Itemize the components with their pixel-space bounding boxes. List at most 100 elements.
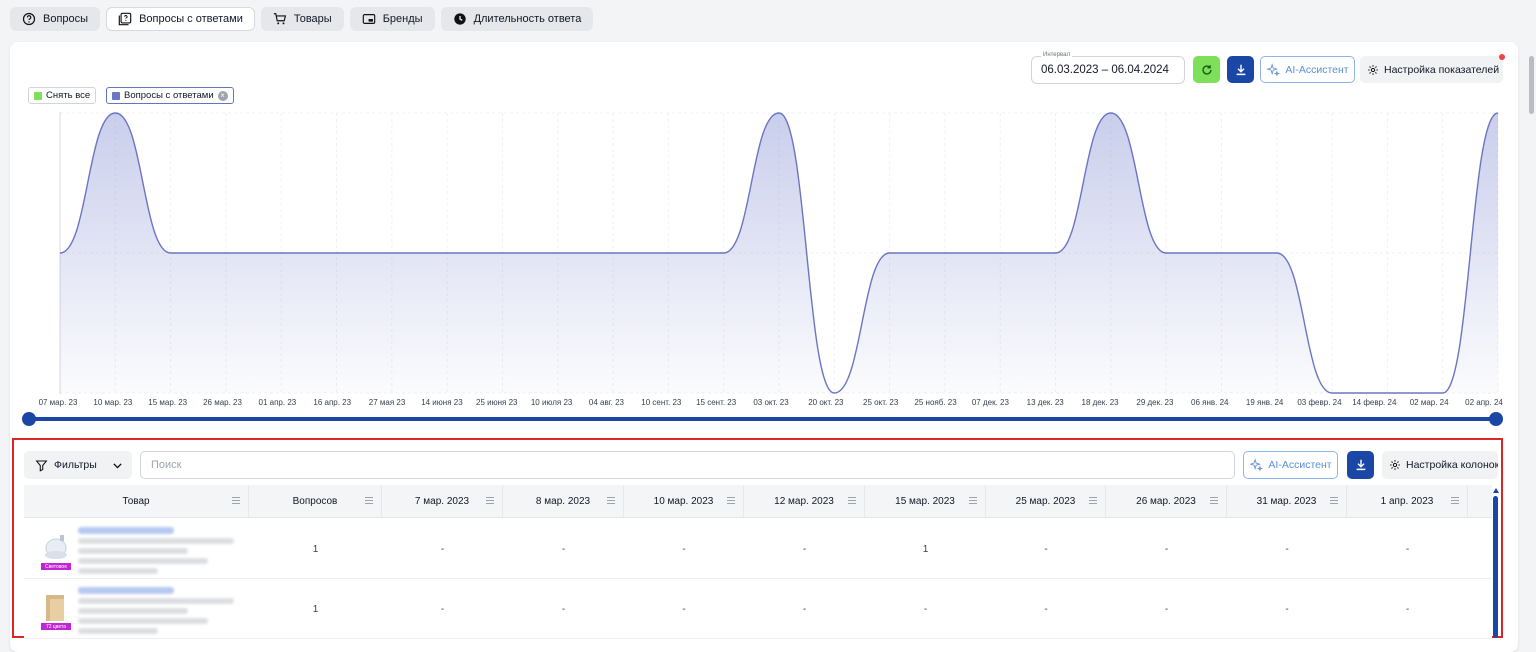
product-name-link[interactable] <box>78 527 174 534</box>
column-menu-icon[interactable] <box>232 497 240 504</box>
answers-area-chart <box>59 112 1499 394</box>
column-header-label: 12 мар. 2023 <box>774 496 834 507</box>
notification-dot <box>1499 54 1505 60</box>
column-header[interactable]: Товар <box>24 485 249 518</box>
table-scrollbar-thumb[interactable] <box>1493 496 1498 638</box>
tab-5[interactable]: Длительность ответа <box>440 7 594 31</box>
x-tick-label: 25 нояб. 23 <box>914 398 957 407</box>
ai-assistant-button[interactable]: AI-Ассистент <box>1260 56 1355 83</box>
column-header[interactable]: 10 мар. 2023 <box>624 485 744 518</box>
data-point <box>1054 252 1056 254</box>
download-icon <box>1236 64 1245 75</box>
filters-button[interactable]: Фильтры <box>24 451 132 479</box>
x-tick-label: 26 мар. 23 <box>203 398 242 407</box>
data-point <box>722 252 724 254</box>
column-header[interactable]: 1 апр. 2023 <box>1347 485 1468 518</box>
column-menu-icon[interactable] <box>365 497 373 504</box>
column-menu-icon[interactable] <box>969 497 977 504</box>
column-header[interactable]: 25 мар. 2023 <box>986 485 1106 518</box>
table-cell: - <box>1164 543 1169 555</box>
table-cell: 1 <box>312 543 319 555</box>
product-info-line <box>78 558 208 564</box>
refresh-button[interactable] <box>1193 56 1220 83</box>
column-header[interactable]: 12 мар. 2023 <box>744 485 865 518</box>
tab-label: Бренды <box>382 13 423 25</box>
product-badge-label: Световое <box>44 564 67 570</box>
table-scrollbar[interactable] <box>1493 488 1499 638</box>
x-tick-label: 02 мар. 24 <box>1409 398 1449 407</box>
sparkle-icon <box>1249 458 1264 472</box>
data-point <box>446 252 448 254</box>
x-tick-label: 14 июня 23 <box>421 398 463 407</box>
column-header[interactable]: Вопросов <box>249 485 382 518</box>
tab-2[interactable]: Вопросы с ответами <box>106 7 255 31</box>
x-tick-label: 13 дек. 23 <box>1026 398 1064 407</box>
table-row[interactable]: 72 цвета 1 - - - - - - - - - <box>24 579 1492 639</box>
data-point <box>1276 252 1278 254</box>
tab-4[interactable]: Бренды <box>349 7 435 31</box>
range-slider-end-handle[interactable] <box>1489 412 1503 426</box>
column-menu-icon[interactable] <box>848 497 856 504</box>
metrics-settings-button[interactable]: Настройка показателей <box>1360 56 1503 83</box>
gear-icon <box>1390 460 1400 470</box>
column-menu-icon[interactable] <box>1210 497 1218 504</box>
table-cell: - <box>802 543 807 555</box>
data-point <box>280 252 282 254</box>
question-answer-icon <box>118 12 132 26</box>
table-cell: - <box>682 543 686 555</box>
product-name-link[interactable] <box>78 587 174 594</box>
table-cell: - <box>1044 603 1048 615</box>
column-header[interactable]: 31 мар. 2023 <box>1227 485 1347 518</box>
data-point <box>114 112 116 114</box>
column-header-label: Товар <box>122 496 150 507</box>
download-table-button[interactable] <box>1347 451 1374 479</box>
interval-picker[interactable]: Интервал 06.03.2023 – 06.04.2024 <box>1031 52 1185 84</box>
range-slider-track[interactable] <box>28 417 1496 421</box>
table-ai-assistant-button[interactable]: AI-Ассистент <box>1243 451 1338 479</box>
table-header: Товар Вопросов 7 мар. 2023 8 мар. 2023 10 ма… <box>24 485 1492 518</box>
columns-settings-label: Настройка колонок <box>1406 459 1498 471</box>
brand-card-icon <box>362 12 376 26</box>
x-tick-label: 25 окт. 23 <box>863 398 899 407</box>
product-info-line <box>78 618 208 624</box>
remove-series-icon[interactable]: × <box>217 90 228 101</box>
column-menu-icon[interactable] <box>607 497 615 504</box>
column-menu-icon[interactable] <box>1089 497 1097 504</box>
data-point <box>1110 112 1112 114</box>
range-slider-start-handle[interactable] <box>22 412 36 426</box>
columns-settings-button[interactable]: Настройка колонок <box>1382 451 1498 479</box>
data-point <box>1441 392 1443 394</box>
tab-label: Вопросы с ответами <box>139 13 243 25</box>
column-menu-icon[interactable] <box>1451 497 1459 504</box>
column-header[interactable]: 15 мар. 2023 <box>865 485 986 518</box>
tab-3[interactable]: Товары <box>260 7 344 31</box>
data-point <box>1220 252 1222 254</box>
table-cell: - <box>1405 603 1410 615</box>
column-header-label: 7 мар. 2023 <box>414 496 470 507</box>
tab-label: Вопросы <box>43 13 89 25</box>
download-chart-button[interactable] <box>1227 56 1254 83</box>
data-point <box>612 252 614 254</box>
x-tick-label: 07 дек. 23 <box>971 398 1009 407</box>
column-menu-icon[interactable] <box>486 497 494 504</box>
table-cell: - <box>923 603 928 615</box>
product-info-line <box>78 628 158 634</box>
series-swatch-icon <box>112 91 120 100</box>
product-info-line <box>78 598 234 604</box>
table-cell: 1 <box>312 603 319 615</box>
data-point <box>501 252 503 254</box>
column-menu-icon[interactable] <box>1330 497 1338 504</box>
table-cell: - <box>1164 603 1169 615</box>
tab-1[interactable]: Вопросы <box>10 7 101 31</box>
data-point <box>667 252 669 254</box>
column-menu-icon[interactable] <box>727 497 735 504</box>
data-point <box>59 252 61 254</box>
search-input[interactable]: Поиск <box>140 451 1235 479</box>
x-tick-label: 01 апр. 23 <box>258 398 297 407</box>
column-header-label: 15 мар. 2023 <box>895 496 955 507</box>
column-header[interactable]: 8 мар. 2023 <box>503 485 624 518</box>
scroll-up-icon[interactable] <box>1493 488 1499 493</box>
table-row[interactable]: Световое 1 - - - - 1 - - - - <box>24 519 1492 579</box>
column-header[interactable]: 26 мар. 2023 <box>1106 485 1227 518</box>
column-header[interactable]: 7 мар. 2023 <box>382 485 503 518</box>
